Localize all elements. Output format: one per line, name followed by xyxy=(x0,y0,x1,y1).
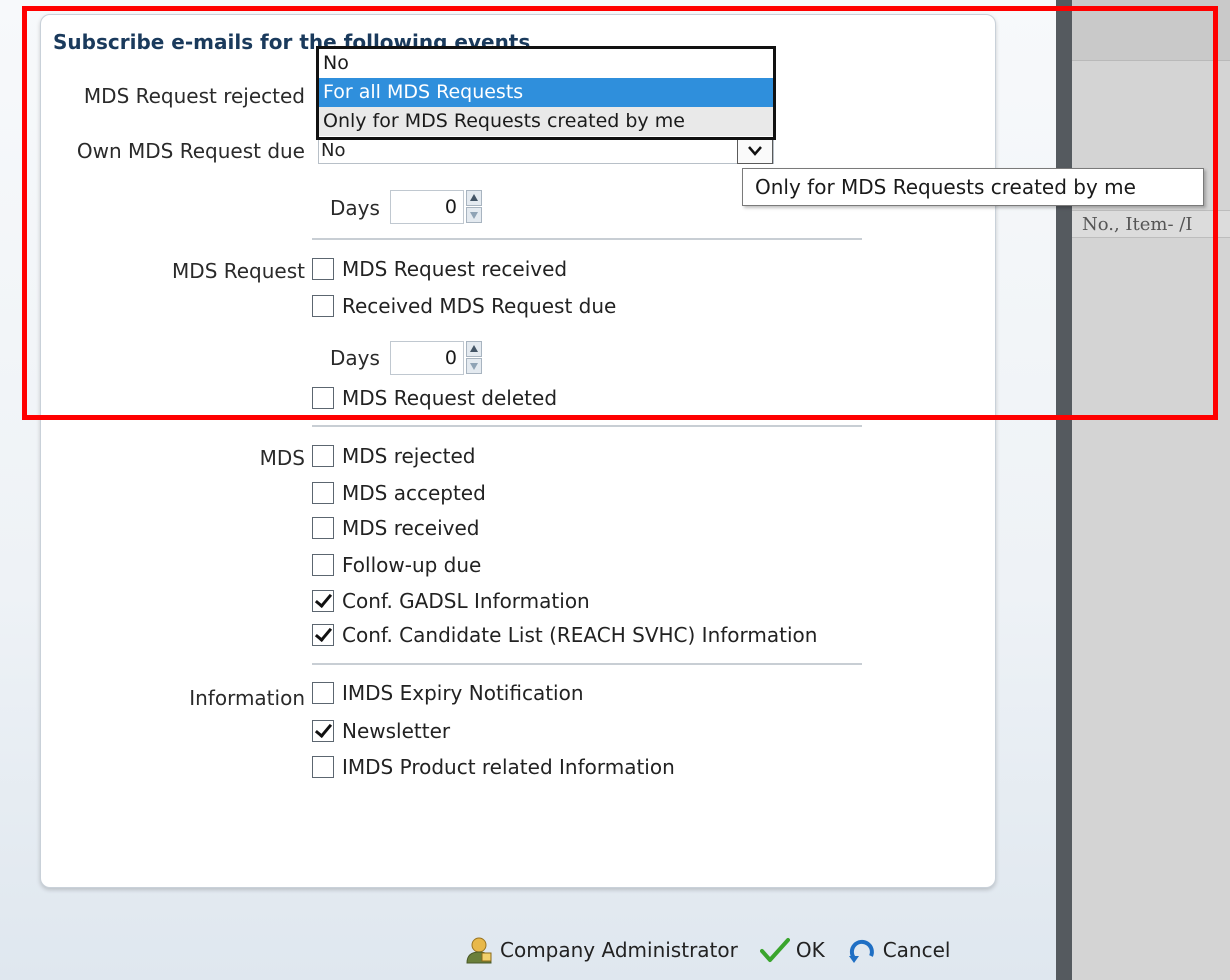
checkbox[interactable] xyxy=(312,682,334,704)
tooltip: Only for MDS Requests created by me xyxy=(742,168,1204,206)
increment-icon[interactable] xyxy=(466,190,482,206)
own-mds-request-due-select[interactable]: No xyxy=(318,138,774,164)
checkbox-label: MDS received xyxy=(342,516,480,540)
checkbox-checked[interactable] xyxy=(312,624,334,646)
mds-request-rejected-label: MDS Request rejected xyxy=(83,84,305,108)
checkbox-label: Received MDS Request due xyxy=(342,294,617,318)
days-input[interactable]: 0 xyxy=(390,190,464,224)
company-administrator-label: Company Administrator xyxy=(500,938,738,962)
checkbox-label: Follow-up due xyxy=(342,553,482,577)
checkbox-mds-request-deleted[interactable]: MDS Request deleted xyxy=(312,385,557,411)
divider xyxy=(312,425,862,427)
checkbox[interactable] xyxy=(312,258,334,280)
checkbox-mds-received[interactable]: MDS received xyxy=(312,515,480,541)
increment-icon[interactable] xyxy=(466,341,482,357)
information-section-label: Information xyxy=(189,686,305,710)
checkbox-label: IMDS Expiry Notification xyxy=(342,681,584,705)
checkbox-label: MDS rejected xyxy=(342,444,476,468)
mds-section-label: MDS xyxy=(259,446,305,470)
ok-button[interactable]: OK xyxy=(759,937,825,963)
chevron-down-icon[interactable] xyxy=(737,138,773,164)
dropdown-option-no[interactable]: No xyxy=(319,49,773,78)
decrement-icon[interactable] xyxy=(466,358,482,374)
days-label: Days xyxy=(330,196,380,220)
checkbox-label: Newsletter xyxy=(342,719,451,743)
checkbox-conf-gadsl-information[interactable]: Conf. GADSL Information xyxy=(312,588,590,614)
cancel-button[interactable]: Cancel xyxy=(847,936,951,964)
select-value: No xyxy=(321,140,346,161)
checkbox[interactable] xyxy=(312,756,334,778)
days-input[interactable]: 0 xyxy=(390,341,464,375)
checkbox-label: Conf. Candidate List (REACH SVHC) Inform… xyxy=(342,623,818,647)
dropdown-option-all[interactable]: For all MDS Requests xyxy=(319,78,773,107)
own-mds-request-due-label: Own MDS Request due xyxy=(76,139,305,163)
checkbox-mds-accepted[interactable]: MDS accepted xyxy=(312,480,486,506)
checkbox-newsletter[interactable]: Newsletter xyxy=(312,718,450,744)
decrement-icon[interactable] xyxy=(466,207,482,223)
company-administrator-button[interactable]: Company Administrator xyxy=(464,936,738,964)
checkbox-label: MDS Request deleted xyxy=(342,386,558,410)
dialog-footer: Company Administrator OK Cancel xyxy=(464,934,972,966)
checkbox[interactable] xyxy=(312,387,334,409)
checkbox-label: MDS Request received xyxy=(342,257,568,281)
checkbox[interactable] xyxy=(312,517,334,539)
checkbox-imds-product-related-information[interactable]: IMDS Product related Information xyxy=(312,754,675,780)
checkbox[interactable] xyxy=(312,445,334,467)
splitter-bar[interactable] xyxy=(1056,0,1072,980)
days-spinner[interactable]: 0 xyxy=(390,190,482,224)
mds-request-section-label: MDS Request xyxy=(172,259,305,283)
checkbox-received-mds-request-due[interactable]: Received MDS Request due xyxy=(312,293,616,319)
cancel-label: Cancel xyxy=(882,938,951,962)
divider xyxy=(312,663,862,665)
checkbox-label: MDS accepted xyxy=(342,481,486,505)
dropdown-option-created-by-me[interactable]: Only for MDS Requests created by me xyxy=(319,107,773,136)
days-spinner[interactable]: 0 xyxy=(390,341,482,375)
days-label: Days xyxy=(330,346,380,370)
checkbox-mds-request-received[interactable]: MDS Request received xyxy=(312,256,567,282)
checkbox-follow-up-due[interactable]: Follow-up due xyxy=(312,552,481,578)
checkbox[interactable] xyxy=(312,554,334,576)
undo-icon xyxy=(847,936,877,964)
checkbox[interactable] xyxy=(312,482,334,504)
dropdown-list: No For all MDS Requests Only for MDS Req… xyxy=(316,46,776,140)
checkbox-mds-rejected[interactable]: MDS rejected xyxy=(312,443,476,469)
checkbox[interactable] xyxy=(312,295,334,317)
background-window: No., Item- /I xyxy=(1072,0,1230,980)
checkbox-checked[interactable] xyxy=(312,720,334,742)
checkbox-checked[interactable] xyxy=(312,590,334,612)
user-admin-icon xyxy=(464,936,494,964)
checkbox-label: Conf. GADSL Information xyxy=(342,589,590,613)
ok-label: OK xyxy=(795,938,825,962)
background-toolbar xyxy=(1072,0,1230,61)
checkmark-icon xyxy=(759,937,790,963)
background-column-header: No., Item- /I xyxy=(1072,210,1230,238)
checkbox-conf-candidate-list[interactable]: Conf. Candidate List (REACH SVHC) Inform… xyxy=(312,622,817,648)
checkbox-label: IMDS Product related Information xyxy=(342,755,675,779)
divider xyxy=(312,238,862,240)
checkbox-imds-expiry-notification[interactable]: IMDS Expiry Notification xyxy=(312,680,584,706)
